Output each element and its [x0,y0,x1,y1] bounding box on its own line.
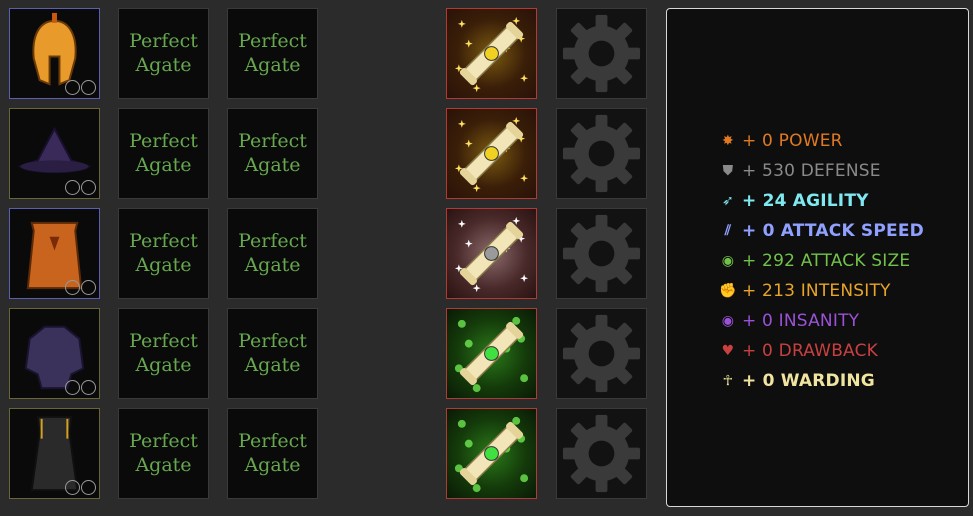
eye-icon: ◉ [721,313,735,329]
scroll-icon [447,209,536,302]
settings-slot[interactable] [556,408,647,499]
stat-row: ✊ + 213 INTENSITY [718,276,924,306]
stat-text: + 530 DEFENSE [742,161,881,181]
gem-name: Perfect Agate [129,230,198,276]
empty-socket-icon [81,380,96,395]
gem-slot[interactable]: Perfect Agate [118,8,209,99]
scroll-icon [447,309,536,402]
scroll-slot[interactable] [446,308,537,399]
stat-text: + 0 WARDING [742,371,875,391]
empty-socket-icon [65,480,80,495]
empty-socket-icon [81,280,96,295]
stat-text: + 0 DRAWBACK [742,341,879,361]
gear-icon [557,109,646,202]
stat-row: ✸ + 0 POWER [718,126,924,156]
stat-text: + 0 ATTACK SPEED [742,221,924,241]
scroll-slot[interactable] [446,408,537,499]
ankh-icon: ☥ [722,373,734,389]
empty-socket-icon [65,380,80,395]
socket-indicators [65,480,96,495]
gem-name: Perfect Agate [129,330,198,376]
gem-slot[interactable]: Perfect Agate [118,308,209,399]
gem-name: Perfect Agate [238,230,307,276]
stat-text: + 24 AGILITY [742,191,869,211]
socket-indicators [65,280,96,295]
gem-name: Perfect Agate [129,130,198,176]
stat-row: ⛊ + 530 DEFENSE [718,156,924,186]
empty-socket-icon [65,180,80,195]
gem-name: Perfect Agate [238,430,307,476]
equipment-slot-wizard-hat[interactable] [9,108,100,199]
equipment-slot-robe-legs[interactable] [9,408,100,499]
equipment-slot-chest-armor[interactable] [9,308,100,399]
burst-icon: ✸ [722,133,734,149]
scroll-icon [447,109,536,202]
gear-icon [557,9,646,102]
fist-icon: ✊ [719,283,737,299]
settings-slot[interactable] [556,8,647,99]
gear-icon [557,209,646,302]
stat-row: ➶ + 24 AGILITY [718,186,924,216]
stat-text: + 0 INSANITY [742,311,860,331]
gem-slot[interactable]: Perfect Agate [227,108,318,199]
shield-icon: ⛊ [722,163,734,179]
empty-socket-icon [65,280,80,295]
stat-row: ☥ + 0 WARDING [718,366,924,396]
scroll-icon [447,409,536,502]
gem-name: Perfect Agate [238,130,307,176]
gem-name: Perfect Agate [238,330,307,376]
broken-heart-icon: ♥ [721,343,735,359]
stat-row: ♥ + 0 DRAWBACK [718,336,924,366]
scroll-slot[interactable] [446,108,537,199]
empty-socket-icon [81,480,96,495]
empty-socket-icon [81,180,96,195]
slash-icon: ⫽ [724,223,732,239]
scroll-icon [447,9,536,102]
gem-slot[interactable]: Perfect Agate [118,108,209,199]
planet-icon: ◉ [721,253,735,269]
gear-icon [557,309,646,402]
stat-text: + 213 INTENSITY [742,281,891,301]
gem-slot[interactable]: Perfect Agate [227,208,318,299]
scroll-slot[interactable] [446,208,537,299]
socket-indicators [65,380,96,395]
stat-row: ◉ + 292 ATTACK SIZE [718,246,924,276]
socket-indicators [65,180,96,195]
socket-indicators [65,80,96,95]
gear-icon [557,409,646,502]
stat-row: ⫽ + 0 ATTACK SPEED [718,216,924,246]
settings-slot[interactable] [556,308,647,399]
gem-slot[interactable]: Perfect Agate [227,308,318,399]
gem-name: Perfect Agate [129,30,198,76]
settings-slot[interactable] [556,108,647,199]
running-icon: ➶ [722,193,734,209]
scroll-slot[interactable] [446,8,537,99]
gem-slot[interactable]: Perfect Agate [118,208,209,299]
settings-slot[interactable] [556,208,647,299]
equipment-slot-cape[interactable] [9,208,100,299]
gem-slot[interactable]: Perfect Agate [227,408,318,499]
gem-slot[interactable]: Perfect Agate [227,8,318,99]
empty-socket-icon [81,80,96,95]
gem-slot[interactable]: Perfect Agate [118,408,209,499]
stat-text: + 0 POWER [742,131,843,151]
stats-list: ✸ + 0 POWER ⛊ + 530 DEFENSE ➶ + 24 AGILITY ⫽ + … [718,126,924,396]
gem-name: Perfect Agate [129,430,198,476]
stat-text: + 292 ATTACK SIZE [742,251,911,271]
equipment-slot-helmet[interactable] [9,8,100,99]
gem-name: Perfect Agate [238,30,307,76]
empty-socket-icon [65,80,80,95]
stat-row: ◉ + 0 INSANITY [718,306,924,336]
